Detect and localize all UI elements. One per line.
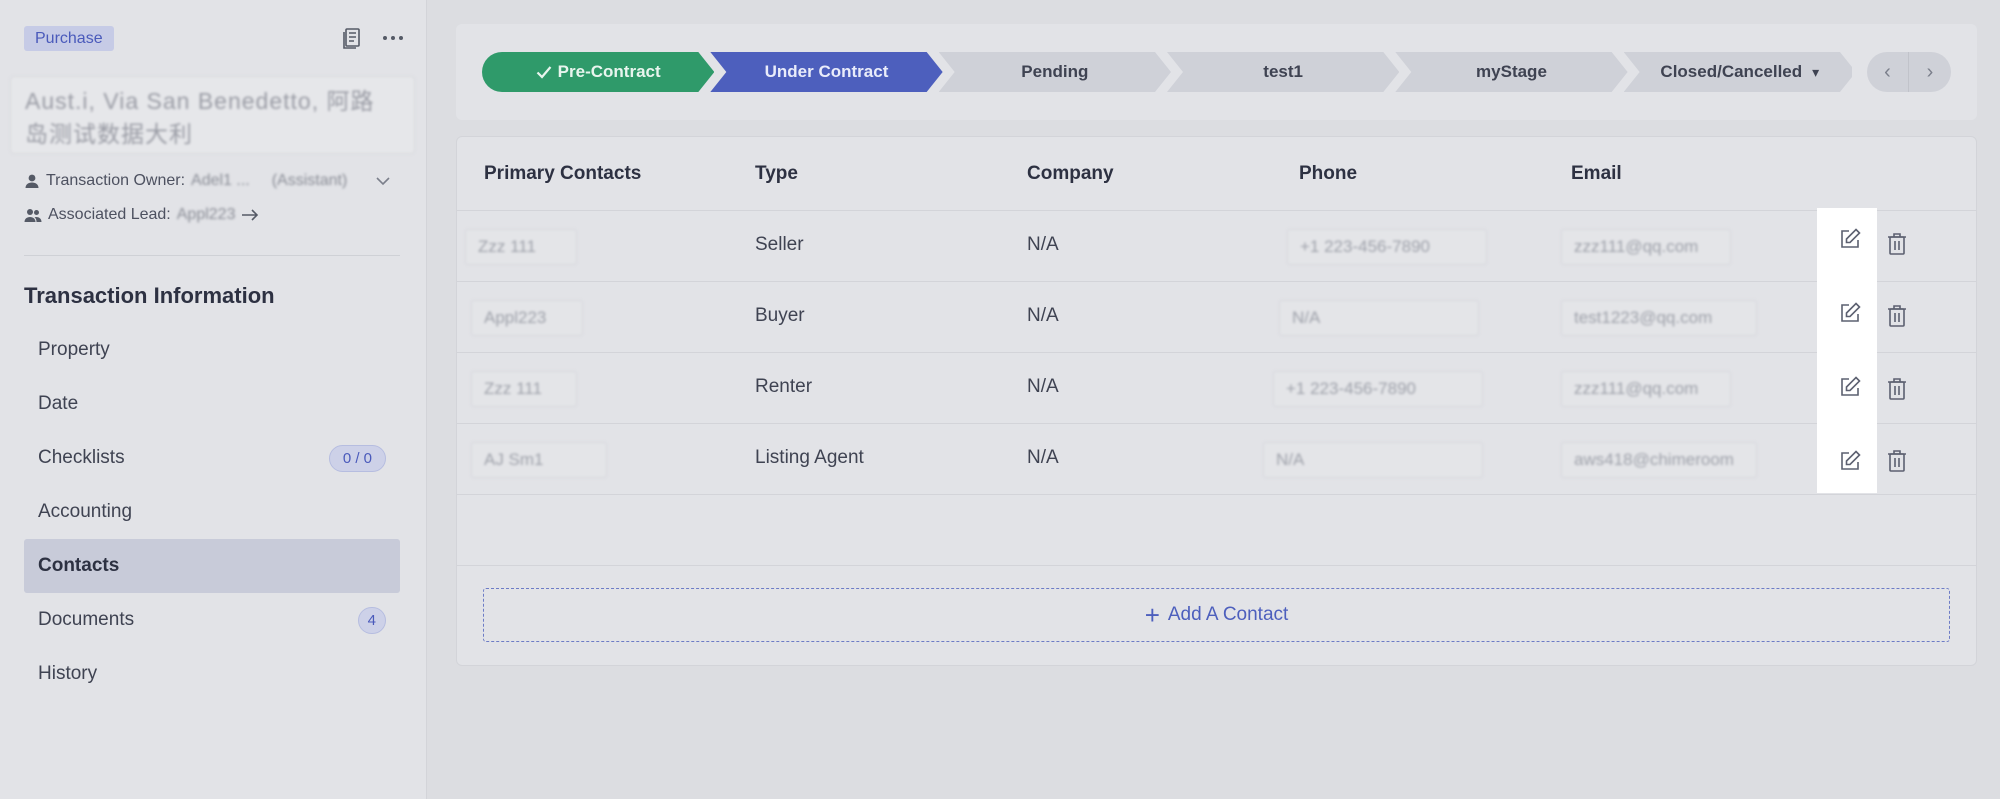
lead-label: Associated Lead: [48, 206, 171, 223]
sidebar-item-label: History [38, 663, 98, 684]
document-icon[interactable] [342, 26, 364, 50]
person-icon [25, 174, 39, 188]
contact-type: Listing Agent [755, 447, 864, 468]
sidebar-item-label: Date [38, 393, 79, 414]
lead-value[interactable]: Appl223 [177, 206, 236, 224]
contact-company: N/A [1027, 305, 1059, 326]
stage-label: myStage [1476, 62, 1547, 81]
sidebar-item-label: Contacts [38, 555, 120, 576]
sidebar-item-label: Documents [38, 609, 135, 630]
sidebar-item-label: Property [38, 339, 110, 360]
associated-lead-row: Associated Lead: Appl223 [24, 206, 259, 224]
contact-email: zzz111@qq.com [1561, 229, 1731, 265]
stage-test1[interactable]: test1 [1167, 52, 1399, 92]
contact-email: aws418@chimeroom [1561, 442, 1757, 478]
column-header: Primary Contacts [484, 163, 642, 184]
contact-type: Buyer [755, 305, 805, 326]
column-header: Company [1027, 163, 1114, 184]
add-contact-button[interactable]: + Add A Contact [483, 588, 1950, 642]
contact-company: N/A [1027, 376, 1059, 397]
arrow-right-icon[interactable] [241, 208, 259, 222]
section-title: Transaction Information [24, 283, 275, 308]
chevron-down-icon: ▾ [1812, 63, 1820, 80]
sidebar-item-accounting[interactable]: Accounting [24, 485, 400, 539]
sidebar-top-actions [342, 26, 404, 50]
sidebar-item-history[interactable]: History [24, 647, 400, 701]
stage-pending[interactable]: Pending [939, 52, 1171, 92]
stage-progress-card: Pre-Contract Under Contract Pending test… [456, 24, 1977, 120]
owner-value: Adel1 ... [191, 172, 250, 189]
trash-icon[interactable] [1887, 232, 1907, 256]
contact-name[interactable]: Appl223 [471, 300, 583, 336]
edit-icon[interactable] [1838, 375, 1862, 399]
edit-icon[interactable] [1838, 301, 1862, 325]
table-header: Primary Contacts Type Company Phone Emai… [457, 137, 1976, 211]
contact-phone: N/A [1279, 300, 1479, 336]
sidebar-nav: Property Date Checklists 0 / 0 Accounting… [24, 323, 400, 701]
stage-label: Pre-Contract [557, 62, 661, 81]
more-icon[interactable] [382, 26, 404, 50]
sidebar-item-label: Accounting [38, 501, 133, 522]
contact-email: zzz111@qq.com [1561, 371, 1731, 407]
contact-phone: +1 223-456-7890 [1287, 229, 1487, 265]
table-empty-space [457, 496, 1976, 566]
sidebar: Purchase Aust.i, Via San Benedetto, 阿路 岛… [0, 0, 427, 799]
check-icon [536, 65, 552, 79]
column-header: Type [755, 163, 798, 184]
contact-company: N/A [1027, 447, 1059, 468]
documents-count-badge: 4 [357, 606, 386, 634]
owner-role: (Assistant) [271, 172, 348, 189]
stage-label: Closed/Cancelled [1660, 62, 1803, 81]
trash-icon[interactable] [1887, 304, 1907, 328]
people-icon [24, 209, 42, 222]
stage-label: test1 [1263, 62, 1303, 81]
checklists-count-badge: 0 / 0 [328, 444, 386, 472]
stage-pipeline: Pre-Contract Under Contract Pending test… [482, 52, 1852, 92]
sidebar-item-checklists[interactable]: Checklists 0 / 0 [24, 431, 400, 485]
contact-type: Seller [755, 234, 804, 255]
stage-under-contract[interactable]: Under Contract [710, 52, 942, 92]
contact-name[interactable]: Zzz 111 [465, 229, 577, 265]
table-row[interactable]: Zzz 111 Seller N/A +1 223-456-7890 zzz11… [457, 211, 1976, 282]
chevron-left-icon[interactable]: ‹ [1867, 52, 1909, 92]
sidebar-item-contacts[interactable]: Contacts [24, 539, 400, 593]
sidebar-divider [24, 255, 400, 256]
stage-mystage[interactable]: myStage [1395, 52, 1627, 92]
chevron-right-icon[interactable]: › [1909, 52, 1951, 92]
column-header: Email [1571, 163, 1622, 184]
add-contact-label: Add A Contact [1167, 604, 1289, 625]
edit-icon[interactable] [1838, 449, 1862, 473]
edit-icon[interactable] [1838, 227, 1862, 251]
table-row[interactable]: Zzz 111 Renter N/A +1 223-456-7890 zzz11… [457, 353, 1976, 424]
contact-type: Renter [755, 376, 813, 397]
contact-email: test1223@qq.com [1561, 300, 1757, 336]
table-row[interactable]: Appl223 Buyer N/A N/A test1223@qq.com [457, 282, 1976, 353]
transaction-type-tag: Purchase [24, 26, 114, 51]
sidebar-item-date[interactable]: Date [24, 377, 400, 431]
stage-pager: ‹ › [1867, 52, 1951, 92]
contact-phone: +1 223-456-7890 [1273, 371, 1483, 407]
trash-icon[interactable] [1887, 449, 1907, 473]
stage-closed-cancelled[interactable]: Closed/Cancelled ▾ [1624, 52, 1852, 92]
stage-label: Pending [1021, 62, 1089, 81]
transaction-owner-row[interactable]: Transaction Owner: Adel1 ... (Assistant) [24, 172, 391, 190]
plus-icon: + [1144, 600, 1160, 630]
owner-label: Transaction Owner: [46, 172, 186, 189]
contact-name[interactable]: Zzz 111 [471, 371, 577, 407]
contact-name[interactable]: AJ Sm1 [471, 442, 607, 478]
contacts-table: Primary Contacts Type Company Phone Emai… [456, 136, 1977, 666]
column-header: Phone [1299, 163, 1358, 184]
sidebar-item-label: Checklists [38, 447, 125, 468]
stage-label: Under Contract [764, 62, 889, 81]
sidebar-item-property[interactable]: Property [24, 323, 400, 377]
contact-company: N/A [1027, 234, 1059, 255]
contact-phone: N/A [1263, 442, 1483, 478]
sidebar-item-documents[interactable]: Documents 4 [24, 593, 400, 647]
transaction-address-title: Aust.i, Via San Benedetto, 阿路 岛测试数据大利 [10, 76, 415, 154]
stage-pre-contract[interactable]: Pre-Contract [482, 52, 714, 92]
trash-icon[interactable] [1887, 377, 1907, 401]
table-row[interactable]: AJ Sm1 Listing Agent N/A N/A aws418@chim… [457, 424, 1976, 495]
chevron-down-icon[interactable] [375, 176, 391, 186]
